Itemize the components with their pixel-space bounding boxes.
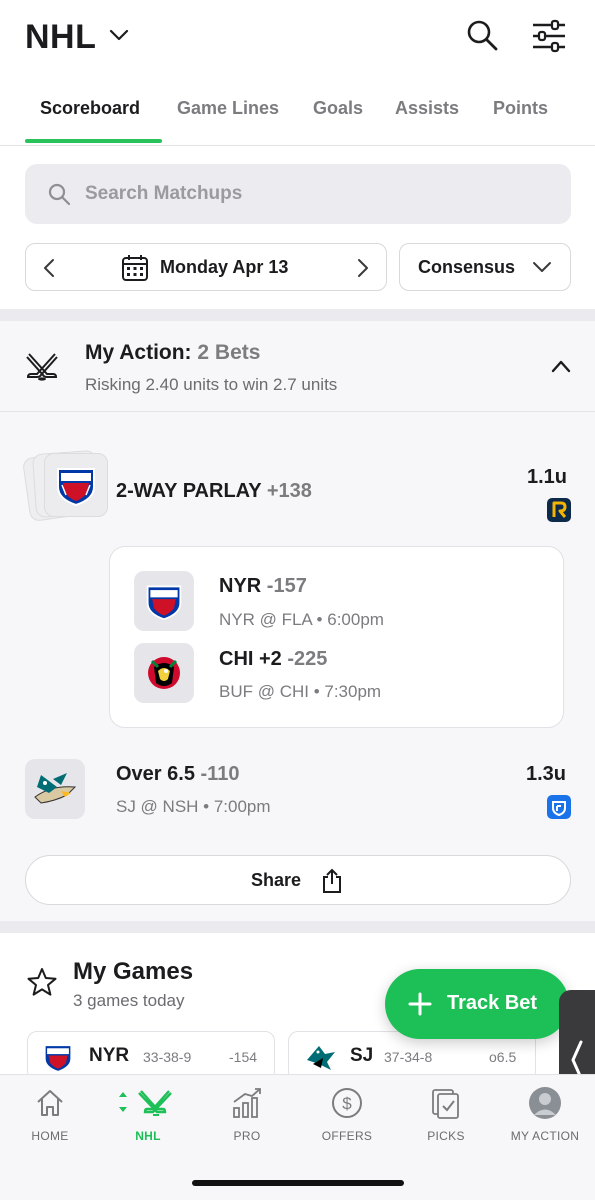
leg-pick: NYR -157: [219, 575, 307, 598]
my-games-subtitle: 3 games today: [73, 991, 185, 1010]
consensus-dropdown[interactable]: Consensus: [399, 243, 571, 291]
game-card-team: SJ: [350, 1045, 374, 1066]
single-pick-label: Over 6.5: [116, 763, 195, 785]
parlay-units: 1.1u: [527, 466, 568, 488]
parlay-title: 2-WAY PARLAY +138: [116, 480, 312, 503]
hockey-sticks-icon: [25, 352, 59, 382]
active-tab-indicator: [25, 139, 162, 143]
sportsbook-badge-icon: [547, 795, 571, 819]
tab-assists[interactable]: Assists: [395, 98, 459, 119]
consensus-label: Consensus: [418, 257, 516, 277]
tab-goals[interactable]: Goals: [313, 98, 363, 119]
search-icon: [47, 182, 71, 206]
section-divider: [0, 309, 595, 321]
single-bet-pick: Over 6.5 -110: [116, 763, 239, 786]
league-title[interactable]: NHL: [25, 18, 96, 57]
nav-picks[interactable]: PICKS: [406, 1085, 486, 1143]
leg-matchup: BUF @ CHI • 7:30pm: [219, 682, 382, 701]
risk-summary: Risking 2.40 units to win 2.7 units: [85, 375, 338, 394]
chevron-right-icon[interactable]: [355, 258, 371, 278]
game-card-record: 33-38-9: [143, 1049, 192, 1065]
sportsbook-badge-icon: [547, 498, 571, 522]
chart-icon: [207, 1085, 287, 1121]
tab-bar: Scoreboard Game Lines Goals Assists Poin…: [0, 88, 595, 146]
track-bet-label: Track Bet: [447, 992, 538, 1014]
share-icon: [320, 868, 344, 894]
leg-odds: -157: [266, 575, 307, 597]
rangers-logo: [44, 453, 108, 517]
leg-pick-label: NYR: [219, 575, 262, 597]
parlay-label: 2-WAY PARLAY: [116, 480, 262, 502]
sharks-logo: [303, 1040, 337, 1074]
section-divider: [0, 921, 595, 933]
nav-pro-label: PRO: [233, 1129, 261, 1143]
avatar-icon: [505, 1085, 585, 1121]
tab-scoreboard[interactable]: Scoreboard: [40, 98, 140, 119]
search-input[interactable]: Search Matchups: [25, 164, 571, 224]
single-matchup: SJ @ NSH • 7:00pm: [116, 797, 271, 816]
calendar-icon: [121, 254, 149, 282]
leg-pick-label: CHI +2: [219, 648, 282, 670]
search-placeholder: Search Matchups: [85, 183, 243, 204]
selected-date: Monday Apr 13: [160, 257, 289, 277]
single-units: 1.3u: [526, 763, 567, 785]
nav-offers[interactable]: $ OFFERS: [307, 1085, 387, 1143]
tab-points[interactable]: Points: [493, 98, 548, 119]
rangers-logo: [42, 1040, 74, 1074]
nav-home[interactable]: HOME: [10, 1085, 90, 1143]
svg-text:$: $: [342, 1094, 352, 1113]
blackhawks-logo: [134, 643, 194, 703]
chevron-down-icon: [532, 260, 552, 274]
nav-nhl[interactable]: NHL: [108, 1085, 188, 1143]
my-action-title: My Action: 2 Bets: [85, 341, 260, 365]
nav-my-action[interactable]: MY ACTION: [505, 1085, 585, 1143]
leg-pick: CHI +2 -225: [219, 648, 327, 671]
plus-icon: [408, 992, 432, 1016]
nav-nhl-label: NHL: [135, 1129, 161, 1143]
leg-odds: -225: [287, 648, 328, 670]
hockey-sticks-icon: [108, 1085, 188, 1121]
home-icon: [10, 1085, 90, 1121]
parlay-legs-card[interactable]: NYR -157 NYR @ FLA • 6:00pm CHI +2 -225 …: [109, 546, 564, 728]
nav-my-action-label: MY ACTION: [510, 1129, 580, 1143]
track-bet-button[interactable]: Track Bet: [385, 969, 569, 1039]
my-action-label: My Action:: [85, 341, 192, 364]
search-icon[interactable]: [464, 17, 500, 53]
nav-offers-label: OFFERS: [321, 1129, 373, 1143]
chevron-left-icon[interactable]: [41, 258, 57, 278]
nav-home-label: HOME: [31, 1129, 69, 1143]
rangers-logo: [134, 571, 194, 631]
game-card-odds: -154: [229, 1049, 258, 1065]
section-separator: [0, 411, 595, 412]
tab-game-lines[interactable]: Game Lines: [177, 98, 279, 119]
leg-matchup: NYR @ FLA • 6:00pm: [219, 610, 384, 629]
picks-icon: [406, 1085, 486, 1121]
date-picker[interactable]: Monday Apr 13: [25, 243, 387, 291]
chevron-down-icon[interactable]: [108, 27, 130, 43]
bet-count: 2 Bets: [197, 341, 261, 364]
dollar-icon: $: [307, 1085, 387, 1121]
game-card-odds: o6.5: [489, 1049, 517, 1065]
star-icon[interactable]: [26, 966, 58, 998]
parlay-odds: +138: [266, 480, 312, 502]
collapse-caret-icon[interactable]: [550, 358, 572, 374]
game-card-record: 37-34-8: [384, 1049, 433, 1065]
single-odds: -110: [200, 763, 240, 785]
sharks-predators-logo: [25, 759, 85, 819]
nav-pro[interactable]: PRO: [207, 1085, 287, 1143]
home-indicator[interactable]: [192, 1180, 404, 1186]
share-button[interactable]: Share: [25, 855, 571, 905]
share-label: Share: [251, 870, 302, 890]
game-card-team: NYR: [89, 1045, 130, 1066]
filter-icon[interactable]: [530, 17, 568, 55]
my-games-title: My Games: [73, 958, 194, 985]
nav-picks-label: PICKS: [427, 1129, 465, 1143]
